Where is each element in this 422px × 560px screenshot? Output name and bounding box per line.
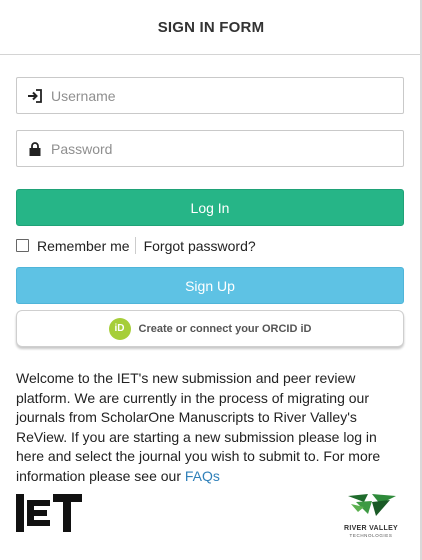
forgot-password-link[interactable]: Forgot password? [144, 238, 256, 254]
sign-in-icon [17, 88, 51, 103]
river-valley-mark-icon [348, 494, 396, 516]
divider [134, 237, 136, 254]
signup-button[interactable]: Sign Up [16, 267, 404, 304]
form-header: SIGN IN FORM [0, 0, 422, 55]
remember-label[interactable]: Remember me [37, 238, 130, 254]
login-button[interactable]: Log In [16, 189, 404, 226]
password-input[interactable] [51, 140, 381, 157]
username-field[interactable] [16, 77, 404, 114]
river-valley-logo: RIVER VALLEY TECHNOLOGIES [336, 492, 406, 539]
username-input[interactable] [51, 87, 381, 104]
rv-name-text: RIVER VALLEY [343, 525, 399, 532]
welcome-text: Welcome to the IET's new submission and … [16, 370, 381, 484]
password-field[interactable] [16, 130, 404, 167]
orcid-icon: iD [108, 317, 131, 340]
remember-checkbox[interactable] [16, 239, 29, 252]
rv-sub-text: TECHNOLOGIES [349, 533, 393, 538]
welcome-message: Welcome to the IET's new submission and … [16, 369, 408, 487]
orcid-badge-text: iD [114, 323, 125, 334]
iet-logo [16, 494, 82, 537]
faq-link[interactable]: FAQs [185, 468, 220, 484]
orcid-label: Create or connect your ORCID iD [138, 322, 312, 335]
orcid-button[interactable]: iD Create or connect your ORCID iD [16, 310, 404, 347]
lock-icon [17, 141, 51, 156]
remember-row: Remember me Forgot password? [16, 237, 256, 254]
page-title: SIGN IN FORM [157, 18, 265, 36]
